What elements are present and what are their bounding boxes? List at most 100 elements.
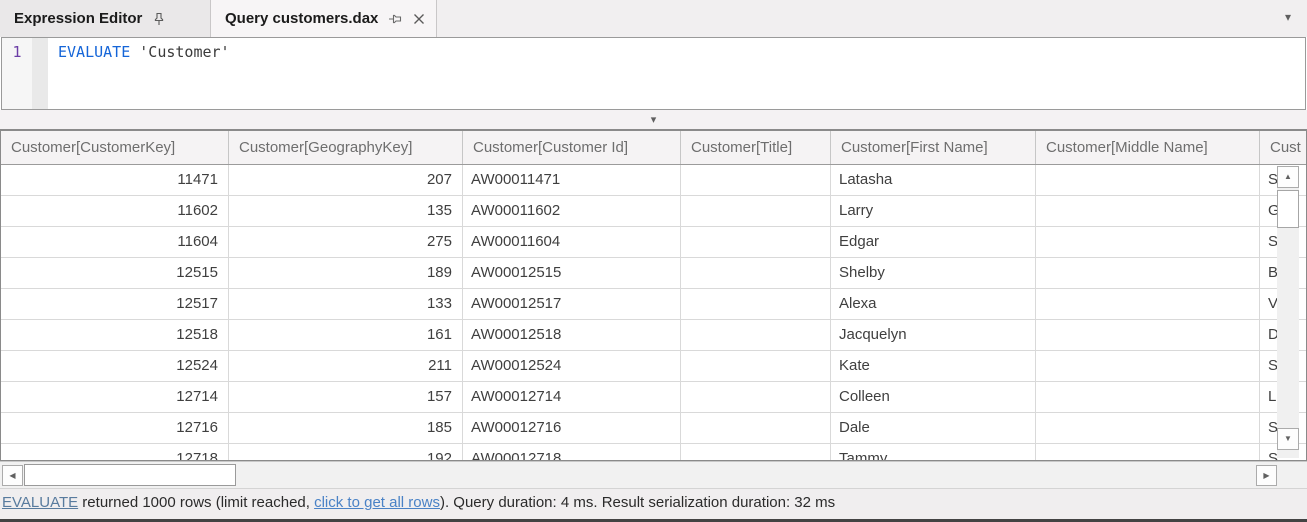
table-cell[interactable]: AW00012714 <box>463 382 681 413</box>
table-cell[interactable] <box>1036 351 1260 382</box>
table-cell[interactable]: 161 <box>229 320 463 351</box>
horizontal-scrollbar[interactable]: ◀ ▶ <box>0 461 1307 488</box>
table-cell[interactable] <box>1036 382 1260 413</box>
table-cell[interactable]: 11602 <box>1 196 229 227</box>
table-cell[interactable] <box>1036 165 1260 196</box>
table-cell[interactable] <box>1036 227 1260 258</box>
table-cell[interactable]: Latasha <box>831 165 1036 196</box>
table-cell[interactable]: Dale <box>831 413 1036 444</box>
code-line[interactable]: EVALUATE 'Customer' <box>48 38 1305 109</box>
table-row: 11604275AW00011604EdgarS <box>1 227 1306 258</box>
table-cell[interactable]: 11471 <box>1 165 229 196</box>
table-cell[interactable] <box>1036 289 1260 320</box>
table-cell[interactable] <box>681 351 831 382</box>
editor-results-splitter[interactable]: ▾ <box>0 110 1307 129</box>
column-header[interactable]: Customer[Customer Id] <box>463 131 681 164</box>
editor-margin <box>32 38 48 109</box>
table-cell[interactable]: Jacquelyn <box>831 320 1036 351</box>
table-cell[interactable] <box>681 258 831 289</box>
column-header[interactable]: Customer[Middle Name] <box>1036 131 1260 164</box>
table-cell[interactable] <box>681 165 831 196</box>
table-cell[interactable]: 207 <box>229 165 463 196</box>
table-cell[interactable] <box>1036 413 1260 444</box>
table-row: 11602135AW00011602LarryG <box>1 196 1306 227</box>
code-editor[interactable]: 1 EVALUATE 'Customer' <box>1 37 1306 110</box>
table-cell[interactable]: AW00012515 <box>463 258 681 289</box>
table-cell[interactable]: 275 <box>229 227 463 258</box>
table-cell[interactable] <box>1036 196 1260 227</box>
table-cell[interactable]: Tammy <box>831 444 1036 461</box>
table-cell[interactable] <box>681 413 831 444</box>
table-cell[interactable]: AW00012524 <box>463 351 681 382</box>
results-grid: Customer[CustomerKey]Customer[GeographyK… <box>0 129 1307 461</box>
table-row: 12524211AW00012524KateS <box>1 351 1306 382</box>
table-cell[interactable]: 192 <box>229 444 463 461</box>
dax-keyword: EVALUATE <box>58 43 130 61</box>
pin-icon[interactable] <box>152 12 166 26</box>
unpin-icon[interactable] <box>388 12 402 26</box>
tab-expression-editor[interactable]: Expression Editor <box>0 0 211 37</box>
table-cell[interactable]: 12515 <box>1 258 229 289</box>
table-cell[interactable]: 12718 <box>1 444 229 461</box>
close-icon[interactable] <box>412 12 426 26</box>
tab-query-customers[interactable]: Query customers.dax <box>211 0 437 37</box>
column-header[interactable]: Cust <box>1260 131 1307 164</box>
grid-header-row: Customer[CustomerKey]Customer[GeographyK… <box>1 131 1306 165</box>
scroll-down-button[interactable]: ▼ <box>1277 428 1299 450</box>
vertical-scroll-thumb[interactable] <box>1277 190 1299 228</box>
table-cell[interactable]: AW00012716 <box>463 413 681 444</box>
table-cell[interactable] <box>681 196 831 227</box>
status-bar: EVALUATE returned 1000 rows (limit reach… <box>0 488 1307 522</box>
scroll-left-button[interactable]: ◀ <box>2 465 23 486</box>
table-cell[interactable]: 135 <box>229 196 463 227</box>
table-cell[interactable]: Edgar <box>831 227 1036 258</box>
column-header[interactable]: Customer[CustomerKey] <box>1 131 229 164</box>
table-cell[interactable]: AW00012518 <box>463 320 681 351</box>
table-cell[interactable]: 185 <box>229 413 463 444</box>
scroll-right-button[interactable]: ▶ <box>1256 465 1277 486</box>
table-cell[interactable]: Kate <box>831 351 1036 382</box>
column-header[interactable]: Customer[Title] <box>681 131 831 164</box>
table-cell[interactable]: 12716 <box>1 413 229 444</box>
table-cell[interactable]: 157 <box>229 382 463 413</box>
table-cell[interactable] <box>681 289 831 320</box>
column-header[interactable]: Customer[GeographyKey] <box>229 131 463 164</box>
table-cell[interactable]: Colleen <box>831 382 1036 413</box>
table-row: 12515189AW00012515ShelbyB <box>1 258 1306 289</box>
table-cell[interactable]: Larry <box>831 196 1036 227</box>
table-cell[interactable]: 12524 <box>1 351 229 382</box>
evaluate-link[interactable]: EVALUATE <box>2 494 78 511</box>
horizontal-scroll-thumb[interactable] <box>24 464 236 486</box>
table-cell[interactable] <box>1036 444 1260 461</box>
table-cell[interactable]: 12714 <box>1 382 229 413</box>
column-header[interactable]: Customer[First Name] <box>831 131 1036 164</box>
table-cell[interactable] <box>681 320 831 351</box>
table-cell[interactable] <box>681 227 831 258</box>
table-row: 12716185AW00012716DaleS <box>1 413 1306 444</box>
table-cell[interactable]: 211 <box>229 351 463 382</box>
table-cell[interactable]: AW00011471 <box>463 165 681 196</box>
table-cell[interactable] <box>681 444 831 461</box>
table-cell[interactable]: AW00012718 <box>463 444 681 461</box>
table-cell[interactable]: 11604 <box>1 227 229 258</box>
table-cell[interactable]: AW00011604 <box>463 227 681 258</box>
table-cell[interactable]: 12517 <box>1 289 229 320</box>
table-cell[interactable]: 189 <box>229 258 463 289</box>
table-cell[interactable]: AW00012517 <box>463 289 681 320</box>
table-cell[interactable] <box>1036 320 1260 351</box>
collapse-icon[interactable]: ▾ <box>651 114 657 126</box>
status-text-returned: returned 1000 rows (limit reached, <box>78 494 314 511</box>
table-cell[interactable]: 133 <box>229 289 463 320</box>
table-cell[interactable]: Alexa <box>831 289 1036 320</box>
chevron-down-icon[interactable]: ▾ <box>1285 10 1291 24</box>
table-cell[interactable]: AW00011602 <box>463 196 681 227</box>
table-cell[interactable] <box>1036 258 1260 289</box>
table-cell[interactable] <box>681 382 831 413</box>
vertical-scrollbar[interactable]: ▲ ▼ <box>1277 166 1299 458</box>
table-cell[interactable]: Shelby <box>831 258 1036 289</box>
get-all-rows-link[interactable]: click to get all rows <box>314 494 440 511</box>
scroll-up-button[interactable]: ▲ <box>1277 166 1299 188</box>
line-number: 1 <box>12 43 21 61</box>
table-row: 12517133AW00012517AlexaV <box>1 289 1306 320</box>
table-cell[interactable]: 12518 <box>1 320 229 351</box>
